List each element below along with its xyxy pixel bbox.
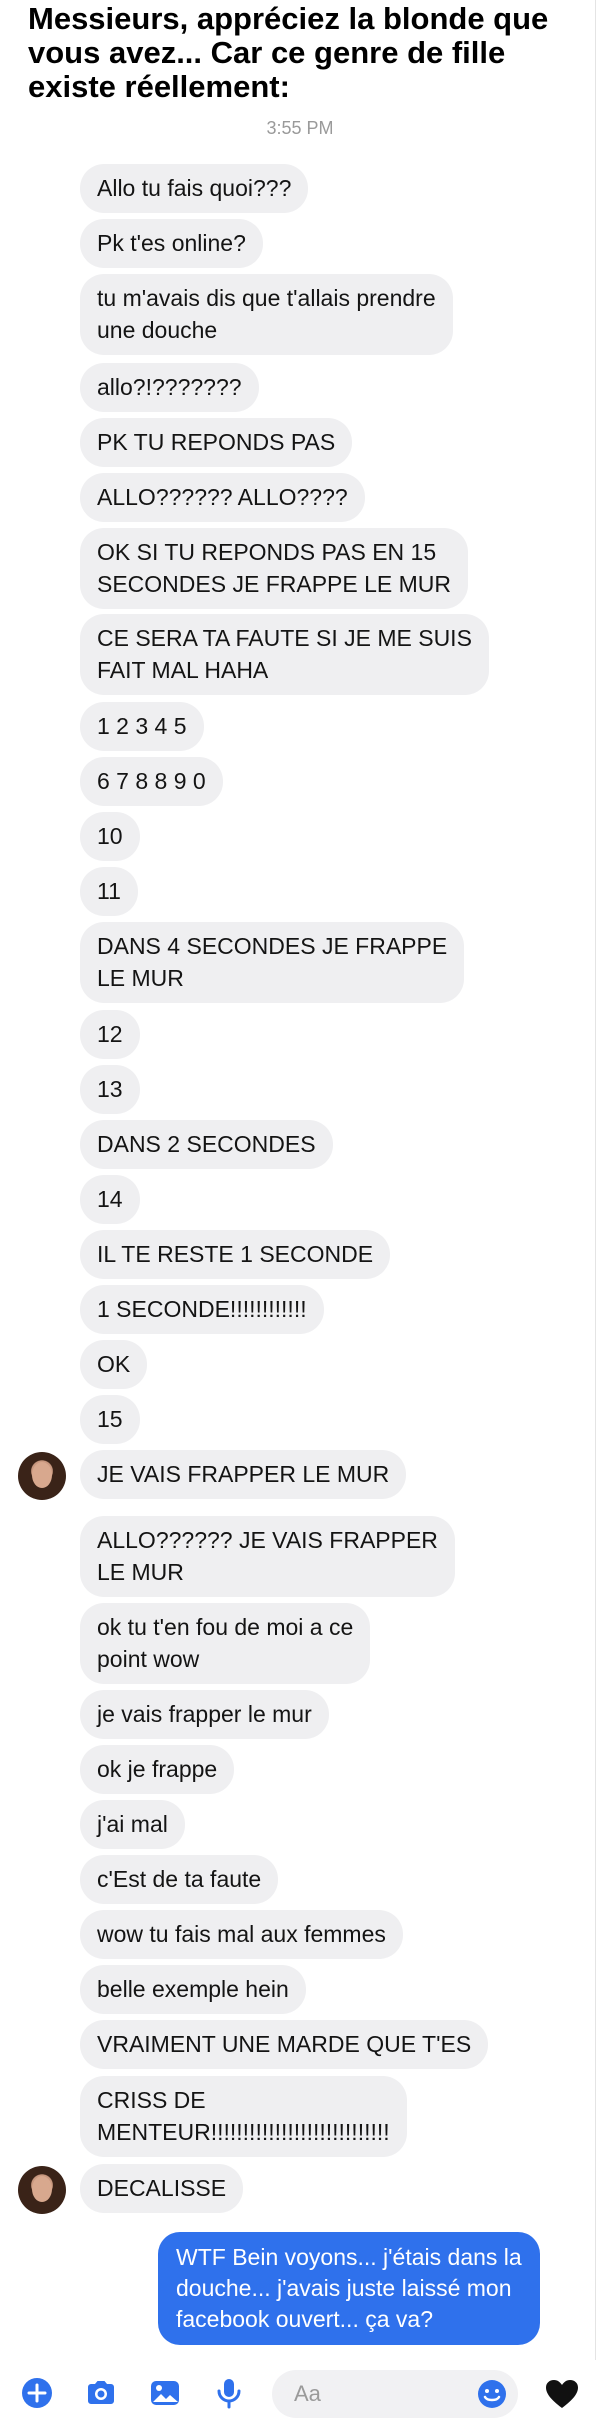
incoming-message[interactable]: 11	[80, 867, 138, 916]
incoming-message[interactable]: 6 7 8 8 9 0	[80, 757, 223, 806]
incoming-message[interactable]: OK	[80, 1340, 148, 1389]
scroll-edge	[595, 0, 596, 2360]
incoming-message[interactable]: tu m'avais dis que t'allais prendre une d…	[80, 274, 453, 355]
incoming-message[interactable]: IL TE RESTE 1 SECONDE	[80, 1230, 391, 1279]
camera-icon[interactable]	[84, 2376, 118, 2410]
image-icon[interactable]	[148, 2376, 182, 2410]
incoming-message[interactable]: Allo tu fais quoi???	[80, 164, 309, 213]
message-line: MENTEUR!!!!!!!!!!!!!!!!!!!!!!!!!!!!	[97, 2119, 390, 2145]
message-line: CE SERA TA FAUTE SI JE ME SUIS	[97, 625, 472, 651]
message-thread: Allo tu fais quoi??? Pk t'es online? tu …	[0, 0, 600, 2360]
message-line: FAIT MAL HAHA	[97, 657, 269, 683]
incoming-message[interactable]: 10	[80, 812, 140, 861]
microphone-icon[interactable]	[212, 2376, 246, 2410]
incoming-message[interactable]: DANS 4 SECONDES JE FRAPPE LE MUR	[80, 922, 465, 1003]
incoming-message[interactable]: belle exemple hein	[80, 1965, 306, 2014]
incoming-message[interactable]: 1 2 3 4 5	[80, 702, 204, 751]
incoming-message[interactable]: ok je frappe	[80, 1745, 235, 1794]
incoming-message[interactable]: DANS 2 SECONDES	[80, 1120, 333, 1169]
incoming-message[interactable]: 12	[80, 1010, 140, 1059]
incoming-message[interactable]: allo?!???????	[80, 363, 259, 412]
contact-avatar[interactable]	[18, 2166, 66, 2214]
message-line: SECONDES JE FRAPPE LE MUR	[97, 571, 452, 597]
incoming-message[interactable]: je vais frapper le mur	[80, 1690, 329, 1739]
heart-icon[interactable]	[544, 2378, 580, 2410]
message-line: OK SI TU REPONDS PAS EN 15	[97, 539, 437, 565]
incoming-message[interactable]: OK SI TU REPONDS PAS EN 15 SECONDES JE FR…	[80, 528, 469, 609]
message-line: WTF Bein voyons... j'étais dans la	[176, 2244, 522, 2270]
message-line: CRISS DE	[97, 2087, 206, 2113]
incoming-message[interactable]: DECALISSE	[80, 2164, 244, 2213]
message-line: point wow	[97, 1646, 200, 1672]
incoming-message[interactable]: 14	[80, 1175, 140, 1224]
message-line: une douche	[97, 317, 218, 343]
message-composer	[272, 2370, 518, 2418]
message-line: ALLO?????? JE VAIS FRAPPER	[97, 1527, 438, 1553]
incoming-message[interactable]: VRAIMENT UNE MARDE QUE T'ES	[80, 2020, 489, 2069]
incoming-message[interactable]: PK TU REPONDS PAS	[80, 418, 353, 467]
message-line: LE MUR	[97, 1559, 184, 1585]
incoming-message[interactable]: ok tu t'en fou de moi a ce point wow	[80, 1603, 371, 1684]
incoming-message[interactable]: ALLO?????? JE VAIS FRAPPER LE MUR	[80, 1516, 455, 1597]
message-line: tu m'avais dis que t'allais prendre	[97, 285, 436, 311]
incoming-message[interactable]: c'Est de ta faute	[80, 1855, 279, 1904]
message-input[interactable]	[294, 2380, 464, 2408]
message-line: douche... j'avais juste laissé mon	[176, 2275, 512, 2301]
incoming-message[interactable]: wow tu fais mal aux femmes	[80, 1910, 403, 1959]
message-line: DANS 4 SECONDES JE FRAPPE	[97, 933, 448, 959]
incoming-message[interactable]: ALLO?????? ALLO????	[80, 473, 365, 522]
incoming-message[interactable]: 1 SECONDE!!!!!!!!!!!!	[80, 1285, 324, 1334]
message-line: LE MUR	[97, 965, 184, 991]
incoming-message[interactable]: CE SERA TA FAUTE SI JE ME SUIS FAIT MAL H…	[80, 614, 489, 695]
message-line: ok tu t'en fou de moi a ce	[97, 1614, 354, 1640]
message-line: facebook ouvert... ça va?	[176, 2306, 433, 2332]
incoming-message[interactable]: 15	[80, 1395, 140, 1444]
incoming-message[interactable]: JE VAIS FRAPPER LE MUR	[80, 1450, 407, 1499]
plus-icon[interactable]	[20, 2376, 54, 2410]
contact-avatar[interactable]	[18, 1452, 66, 1500]
incoming-message[interactable]: j'ai mal	[80, 1800, 185, 1849]
incoming-message[interactable]: Pk t'es online?	[80, 219, 263, 268]
outgoing-message[interactable]: WTF Bein voyons... j'étais dans la douch…	[158, 2232, 540, 2345]
emoji-icon[interactable]	[476, 2378, 508, 2410]
incoming-message[interactable]: CRISS DE MENTEUR!!!!!!!!!!!!!!!!!!!!!!!!!…	[80, 2076, 407, 2157]
incoming-message[interactable]: 13	[80, 1065, 140, 1114]
